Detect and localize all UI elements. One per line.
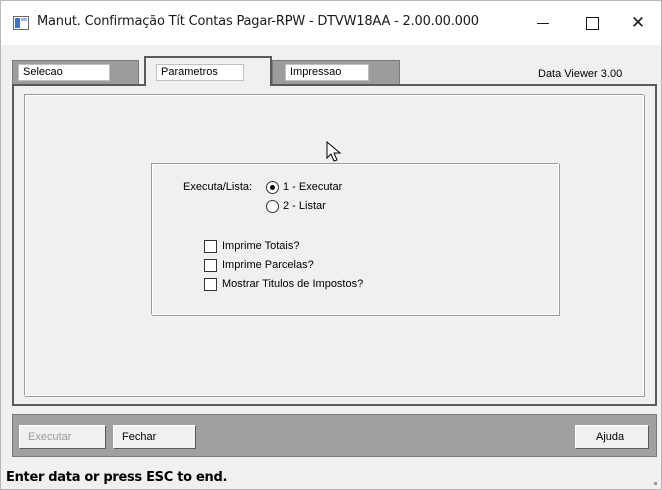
- tab-impressao[interactable]: Impressao: [272, 60, 400, 84]
- app-window-icon: [13, 16, 29, 30]
- radio-executar[interactable]: [266, 181, 279, 194]
- tab-selecao[interactable]: Selecao: [12, 60, 139, 84]
- title-bar[interactable]: Manut. Confirmação Tít Contas Pagar-RPW …: [1, 1, 661, 45]
- window-title: Manut. Confirmação Tít Contas Pagar-RPW …: [37, 14, 479, 29]
- minimize-button[interactable]: [520, 1, 566, 45]
- close-button[interactable]: ✕: [615, 1, 661, 45]
- mouse-pointer-icon: [326, 141, 342, 162]
- data-viewer-version: Data Viewer 3.00: [538, 68, 623, 80]
- options-group: Executa/Lista: 1 - Executar 2 - Listar I…: [151, 163, 559, 315]
- mostrar-titulos-impostos-checkbox[interactable]: [204, 278, 217, 291]
- executar-button[interactable]: Executar: [19, 425, 106, 449]
- tab-strip: Selecao Parametros Impressao Data Viewer…: [8, 56, 656, 86]
- tab-selecao-label: Selecao: [18, 64, 110, 81]
- status-bar: Enter data or press ESC to end.: [1, 461, 661, 489]
- radio-executar-label[interactable]: 1 - Executar: [283, 181, 342, 193]
- maximize-button[interactable]: [569, 1, 615, 45]
- executa-lista-label: Executa/Lista:: [183, 181, 253, 193]
- imprime-totais-checkbox[interactable]: [204, 240, 217, 253]
- imprime-totais-label[interactable]: Imprime Totais?: [222, 240, 299, 252]
- imprime-parcelas-checkbox[interactable]: [204, 259, 217, 272]
- button-bar: Executar Fechar Ajuda: [12, 414, 657, 457]
- parametros-panel: Executa/Lista: 1 - Executar 2 - Listar I…: [12, 84, 657, 406]
- ajuda-button[interactable]: Ajuda: [575, 425, 649, 449]
- radio-listar-label[interactable]: 2 - Listar: [283, 200, 326, 212]
- imprime-parcelas-label[interactable]: Imprime Parcelas?: [222, 259, 314, 271]
- radio-listar[interactable]: [266, 200, 279, 213]
- fechar-button[interactable]: Fechar: [113, 425, 196, 449]
- tab-parametros[interactable]: Parametros: [144, 56, 272, 86]
- application-window: Manut. Confirmação Tít Contas Pagar-RPW …: [0, 0, 662, 490]
- resize-grip[interactable]: [654, 482, 657, 485]
- tab-parametros-label: Parametros: [156, 64, 244, 81]
- mostrar-titulos-impostos-label[interactable]: Mostrar Titulos de Impostos?: [222, 278, 363, 290]
- status-message: Enter data or press ESC to end.: [6, 470, 228, 485]
- tab-impressao-label: Impressao: [285, 64, 369, 81]
- parametros-inner-panel: Executa/Lista: 1 - Executar 2 - Listar I…: [24, 94, 644, 396]
